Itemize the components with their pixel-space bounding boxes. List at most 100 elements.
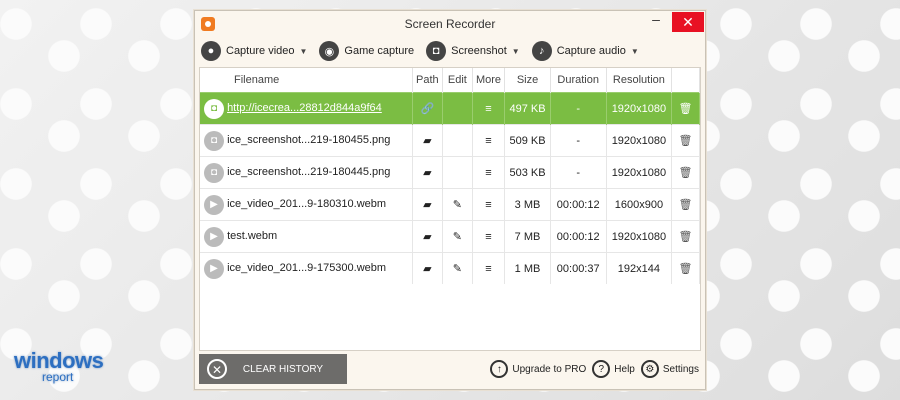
size-cell: 7 MB [504, 220, 551, 253]
trash-icon[interactable]: 🗑 [671, 156, 700, 189]
link-icon[interactable]: 🔗 [412, 92, 444, 125]
more-menu-icon[interactable]: ≡ [472, 188, 506, 221]
table-header-row: Filename Path Edit More Size Duration Re… [200, 68, 700, 93]
history-table: Filename Path Edit More Size Duration Re… [199, 67, 701, 351]
pencil-icon[interactable]: ✎ [442, 252, 473, 284]
filename-text: ice_screenshot...219-180445.png [227, 165, 391, 178]
folder-icon[interactable]: ▰ [412, 156, 444, 189]
camera-icon: ◘ [204, 98, 224, 119]
chevron-down-icon[interactable]: ▼ [631, 47, 639, 56]
folder-icon[interactable]: ▰ [412, 124, 444, 157]
table-row[interactable]: ▶ test.webm ▰ ✎ ≡ 7 MB 00:00:12 1920x108… [200, 220, 700, 253]
play-icon[interactable]: ▶ [204, 258, 224, 279]
trash-icon[interactable]: 🗑 [671, 188, 700, 221]
settings-button[interactable]: ⚙ Settings [640, 360, 699, 378]
play-icon[interactable]: ▶ [204, 226, 224, 247]
more-menu-icon[interactable]: ≡ [472, 252, 506, 284]
capture-audio-button[interactable]: ♪ Capture audio ▼ [531, 41, 639, 61]
footer-actions: ↑ Upgrade to PRO ? Help ⚙ Settings [490, 360, 705, 378]
chevron-down-icon[interactable]: ▼ [512, 47, 520, 56]
duration-cell: 00:00:12 [550, 188, 607, 221]
game-capture-button[interactable]: ◉ Game capture [319, 41, 414, 61]
more-menu-icon[interactable]: ≡ [472, 220, 506, 253]
clear-history-label: CLEAR HISTORY [242, 363, 324, 375]
camera-icon: ◘ [204, 162, 224, 183]
duration-cell: 00:00:37 [550, 252, 607, 284]
pencil-icon[interactable]: ✎ [442, 220, 473, 253]
resolution-cell: 1600x900 [606, 188, 673, 221]
arrow-up-icon: ↑ [490, 360, 509, 378]
close-icon: ✕ [207, 359, 227, 379]
resolution-cell: 1920x1080 [606, 124, 673, 157]
table-row[interactable]: ▶ ice_video_201...9-180310.webm ▰ ✎ ≡ 3 … [200, 188, 700, 221]
pencil-icon[interactable]: ✎ [442, 188, 473, 221]
record-icon: ● [201, 41, 221, 61]
trash-icon[interactable]: 🗑 [671, 92, 700, 125]
resolution-cell: 1920x1080 [606, 220, 673, 253]
help-button[interactable]: ? Help [592, 360, 635, 378]
upgrade-label: Upgrade to PRO [512, 363, 587, 375]
header-path: Path [412, 68, 444, 93]
header-delete [671, 68, 700, 93]
filename-text: ice_video_201...9-180310.webm [227, 197, 387, 210]
resolution-cell: 1920x1080 [606, 92, 673, 125]
duration-cell: - [550, 92, 607, 125]
size-cell: 1 MB [504, 252, 551, 284]
size-cell: 503 KB [504, 156, 551, 189]
table-row[interactable]: ◘ ice_screenshot...219-180455.png ▰ ≡ 50… [200, 124, 700, 157]
screenshot-button[interactable]: ◘ Screenshot ▼ [426, 41, 520, 61]
capture-video-button[interactable]: ● Capture video ▼ [201, 41, 307, 61]
more-menu-icon[interactable]: ≡ [472, 156, 506, 189]
play-icon[interactable]: ▶ [204, 194, 224, 215]
table-row[interactable]: ◘ http://icecrea...28812d844a9f64 🔗 ≡ 49… [200, 92, 700, 125]
header-resolution: Resolution [606, 68, 673, 93]
folder-icon[interactable]: ▰ [412, 188, 444, 221]
duration-cell: - [550, 124, 607, 157]
close-button[interactable]: ✕ [672, 12, 704, 32]
windows-report-logo: windows report [14, 348, 104, 384]
minimize-button[interactable]: – [647, 12, 665, 32]
filename-text: ice_screenshot...219-180455.png [227, 133, 391, 146]
header-edit: Edit [442, 68, 473, 93]
screen-recorder-window: Screen Recorder – ✕ ● Capture video ▼ ◉ … [194, 10, 706, 390]
folder-icon[interactable]: ▰ [412, 220, 444, 253]
edit-cell [442, 124, 473, 157]
camera-icon: ◘ [426, 41, 447, 61]
help-label: Help [614, 363, 635, 375]
folder-icon[interactable]: ▰ [412, 252, 444, 284]
capture-audio-label: Capture audio [556, 45, 626, 57]
header-more: More [472, 68, 506, 93]
question-icon: ? [592, 360, 611, 378]
duration-cell: - [550, 156, 607, 189]
upgrade-to-pro-button[interactable]: ↑ Upgrade to PRO [490, 360, 586, 378]
trash-icon[interactable]: 🗑 [671, 220, 700, 253]
more-menu-icon[interactable]: ≡ [472, 124, 506, 157]
window-title: Screen Recorder [404, 17, 496, 31]
toolbar: ● Capture video ▼ ◉ Game capture ◘ Scree… [195, 37, 705, 65]
edit-cell [442, 92, 473, 125]
table-row[interactable]: ◘ ice_screenshot...219-180445.png ▰ ≡ 50… [200, 156, 700, 189]
chevron-down-icon[interactable]: ▼ [300, 47, 308, 56]
bottom-bar: ✕ CLEAR HISTORY ↑ Upgrade to PRO ? Help … [195, 351, 705, 387]
header-filename: Filename [200, 68, 413, 93]
microphone-icon: ♪ [531, 41, 552, 61]
filename-text: test.webm [227, 229, 278, 242]
size-cell: 497 KB [504, 92, 551, 125]
table-row[interactable]: ▶ ice_video_201...9-175300.webm ▰ ✎ ≡ 1 … [200, 252, 700, 284]
clear-history-button[interactable]: ✕ CLEAR HISTORY [199, 354, 347, 384]
resolution-cell: 1920x1080 [606, 156, 673, 189]
title-bar: Screen Recorder – ✕ [195, 11, 705, 37]
trash-icon[interactable]: 🗑 [671, 252, 700, 284]
settings-label: Settings [662, 363, 699, 375]
header-size: Size [504, 68, 551, 93]
more-menu-icon[interactable]: ≡ [472, 92, 506, 125]
trash-icon[interactable]: 🗑 [671, 124, 700, 157]
capture-video-label: Capture video [226, 45, 295, 57]
duration-cell: 00:00:12 [550, 220, 607, 253]
filename-text: ice_video_201...9-175300.webm [227, 261, 387, 274]
filename-link[interactable]: http://icecrea...28812d844a9f64 [227, 102, 382, 114]
gamepad-icon: ◉ [319, 41, 340, 61]
size-cell: 509 KB [504, 124, 551, 157]
camera-icon: ◘ [204, 130, 224, 151]
size-cell: 3 MB [504, 188, 551, 221]
